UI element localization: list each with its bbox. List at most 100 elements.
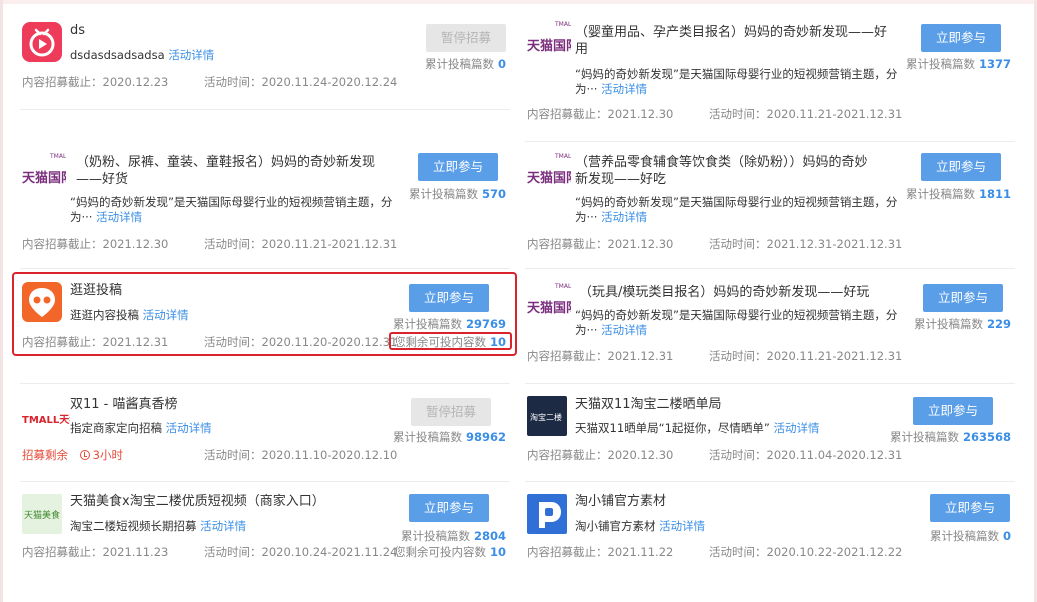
activity-desc: 天猫双11晒单局“1起挺你，尽情晒单” 活动详情: [575, 421, 820, 435]
activity-detail-link[interactable]: 活动详情: [601, 323, 647, 337]
activity-desc: dsdasdsadsadsa 活动详情: [70, 48, 215, 62]
total-submissions: 累计投稿篇数 229: [913, 317, 1011, 331]
total-submissions: 累计投稿篇数 29769: [392, 317, 506, 331]
deadline: 内容招募截止：2021.12.31: [527, 349, 674, 363]
activity-desc: “妈妈的奇妙新发现”是天猫国际母婴行业的短视频营销主题，分: [575, 195, 898, 209]
activity-detail-link[interactable]: 活动详情: [774, 421, 820, 435]
svg-text:淘宝二楼: 淘宝二楼: [530, 412, 562, 422]
activity-time: 活动时间：2020.11.21-2021.12.31: [709, 349, 903, 363]
activity-desc: 淘宝二楼短视频长期招募 活动详情: [70, 519, 247, 533]
pause-recruit-button[interactable]: 暂停招募: [426, 24, 506, 52]
activity-desc-line2: 为··· 活动详情: [575, 210, 648, 224]
join-button[interactable]: 立即参与: [923, 284, 1003, 312]
deadline: 内容招募截止：2020.12.23: [22, 75, 169, 89]
svg-text:天猫国际: 天猫国际: [22, 170, 66, 186]
activity-detail-link[interactable]: 活动详情: [659, 519, 705, 533]
activity-time: 活动时间：2021.12.31-2021.12.31: [709, 237, 903, 251]
activity-card-toys: TMALL 天猫国际 （玩具/模玩类目报名）妈妈的奇妙新发现——好玩 “妈妈的奇…: [525, 274, 1015, 384]
activity-card-ds: ds dsdasdsadsadsa 活动详情 暂停招募 累计投稿篇数 0 内容招募…: [20, 14, 510, 110]
activity-time: 活动时间：2020.11.21-2021.12.31: [709, 107, 903, 121]
deadline: 内容招募截止：2021.12.30: [527, 107, 674, 121]
activity-desc: “妈妈的奇妙新发现”是天猫国际母婴行业的短视频营销主题，分: [575, 67, 898, 81]
activity-title: 淘小铺官方素材: [575, 494, 667, 509]
deadline: 内容招募截止：2021.11.23: [22, 545, 169, 559]
activity-title: 双11 - 喵酱真香榜: [70, 397, 178, 412]
tmall-global-logo: TMALL 天猫国际: [527, 150, 571, 194]
activity-card-tmall-food: 天猫美食 天猫美食x淘宝二楼优质短视频（商家入口） 淘宝二楼短视频长期招募 活动…: [20, 486, 510, 582]
activity-time: 活动时间：2020.11.20-2020.12.31: [204, 335, 398, 349]
activity-title: （婴童用品、孕产类目报名）妈妈的奇妙新发现——好: [575, 25, 888, 40]
card-divider: [525, 141, 1015, 142]
svg-text:TMALL: TMALL: [554, 21, 571, 28]
activity-card-nutrition: TMALL 天猫国际 （营养品零食辅食等饮食类（除奶粉））妈妈的奇妙 新发现——…: [525, 144, 1015, 269]
video-app-logo: [22, 22, 62, 62]
total-submissions: 累计投稿篇数 0: [929, 529, 1011, 543]
svg-text:天猫国际: 天猫国际: [527, 300, 571, 316]
deadline: 内容招募截止：2021.12.30: [22, 237, 169, 251]
tmall-food-logo: 天猫美食: [22, 494, 62, 534]
activity-title: 天猫双11淘宝二楼晒单局: [575, 397, 722, 412]
activity-title-line2: 用: [575, 42, 589, 57]
pause-recruit-button[interactable]: 暂停招募: [411, 398, 491, 426]
svg-text:TMALL: TMALL: [554, 153, 571, 160]
activity-time: 活动时间：2020.10.22-2021.12.22: [709, 545, 903, 559]
join-button[interactable]: 立即参与: [921, 153, 1001, 181]
activity-desc: “妈妈的奇妙新发现”是天猫国际母婴行业的短视频营销主题，分: [575, 308, 898, 322]
activity-card-double11-showoff: 淘宝二楼 天猫双11淘宝二楼晒单局 天猫双11晒单局“1起挺你，尽情晒单” 活动…: [525, 388, 1015, 482]
deadline: 内容招募截止：2021.12.31: [22, 335, 169, 349]
activity-detail-link[interactable]: 活动详情: [200, 519, 246, 533]
activity-detail-link[interactable]: 活动详情: [601, 82, 647, 96]
activity-detail-link[interactable]: 活动详情: [601, 210, 647, 224]
activity-detail-link[interactable]: 活动详情: [168, 48, 214, 62]
tmall-global-logo: TMALL 天猫国际: [527, 280, 571, 324]
activity-detail-link[interactable]: 活动详情: [143, 308, 189, 322]
remaining-submissions: 您剩余可投内容数 10: [393, 545, 506, 559]
activity-title: ds: [70, 23, 86, 38]
activity-detail-link[interactable]: 活动详情: [166, 421, 212, 435]
activity-card-double11-meow: TMALL天猫 双11 - 喵酱真香榜 指定商家定向招稿 活动详情 暂停招募 累…: [20, 388, 510, 482]
activity-desc-line2: 为··· 活动详情: [70, 210, 143, 224]
join-button[interactable]: 立即参与: [930, 494, 1010, 522]
svg-text:天猫国际: 天猫国际: [527, 38, 571, 54]
deadline: 内容招募截止：2020.12.30: [527, 448, 674, 462]
join-button[interactable]: 立即参与: [418, 153, 498, 181]
activity-title: 逛逛投稿: [70, 283, 123, 298]
deadline: 内容招募截止：2021.11.22: [527, 545, 674, 559]
card-divider: [20, 383, 510, 384]
activity-card-milk-powder: TMALL 天猫国际 （奶粉、尿裤、童装、童鞋报名）妈妈的奇妙新发现 ——好货 …: [20, 144, 510, 269]
activity-time: 活动时间：2020.11.21-2021.12.31: [204, 237, 398, 251]
top-border: [0, 0, 1037, 4]
total-submissions: 累计投稿篇数 263568: [889, 430, 1011, 444]
recruit-time-left: 招募剩余 3小时: [22, 448, 123, 462]
activity-title: （营养品零食辅食等饮食类（除奶粉））妈妈的奇妙: [575, 155, 868, 170]
activity-time: 活动时间：2020.11.04-2020.12.31: [709, 448, 903, 462]
svg-text:天猫美食: 天猫美食: [24, 509, 60, 521]
total-submissions: 累计投稿篇数 98962: [392, 430, 506, 444]
activity-desc-line2: 为··· 活动详情: [575, 82, 648, 96]
activity-card-taoxiaopu: 淘小铺官方素材 淘小铺官方素材 活动详情 立即参与 累计投稿篇数 0 内容招募截止…: [525, 486, 1015, 582]
card-divider: [20, 268, 510, 269]
activity-desc: 淘小铺官方素材 活动详情: [575, 519, 706, 533]
join-button[interactable]: 立即参与: [921, 24, 1001, 52]
remaining-submissions: 您剩余可投内容数 10: [393, 335, 506, 349]
svg-text:天猫国际: 天猫国际: [527, 170, 571, 186]
activity-title: （玩具/模玩类目报名）妈妈的奇妙新发现——好玩: [579, 285, 870, 300]
activity-title: 天猫美食x淘宝二楼优质短视频（商家入口）: [70, 494, 325, 509]
activity-time: 活动时间：2020.11.10-2020.12.10: [204, 448, 398, 462]
card-divider: [525, 481, 1015, 482]
activity-desc-line2: 为··· 活动详情: [575, 323, 648, 337]
activity-card-baby-products: TMALL 天猫国际 （婴童用品、孕产类目报名）妈妈的奇妙新发现——好 用 “妈…: [525, 14, 1015, 142]
svg-text:TMALL: TMALL: [554, 283, 571, 290]
svg-text:TMALL天猫: TMALL天猫: [22, 413, 70, 426]
join-button[interactable]: 立即参与: [409, 494, 489, 522]
activity-desc: 逛逛内容投稿 活动详情: [70, 308, 189, 322]
join-button[interactable]: 立即参与: [409, 284, 489, 312]
join-button[interactable]: 立即参与: [913, 397, 993, 425]
tmall-global-logo: TMALL 天猫国际: [527, 18, 571, 62]
left-border: [0, 0, 3, 602]
taobao-2f-logo: 淘宝二楼: [527, 396, 567, 436]
taoxiaopu-logo: [527, 494, 567, 534]
activity-detail-link[interactable]: 活动详情: [96, 210, 142, 224]
total-submissions: 累计投稿篇数 2804: [400, 529, 506, 543]
activity-time: 活动时间：2020.10.24-2021.11.24: [204, 545, 398, 559]
